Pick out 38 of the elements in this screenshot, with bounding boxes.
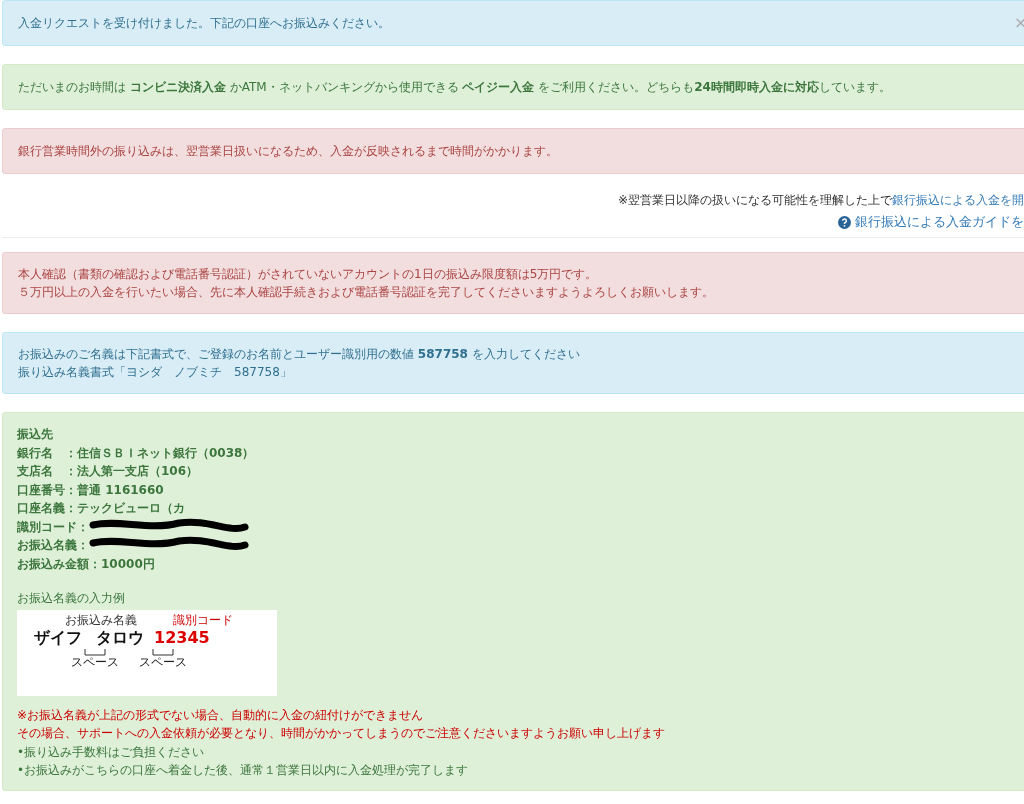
example-code: 12345 bbox=[154, 626, 210, 649]
alert-message: ただいまのお時間は コンビニ決済入金 かATM・ネットバンキングから使用できる ペイジー入金 をご利用ください。どちらも24時間即時入金に対応しています。 bbox=[18, 80, 891, 94]
field-label: 口座番号： bbox=[17, 481, 77, 499]
alert-message: ５万円以上の入金を行いたい場合、先に本人確認手続きおよび電話番号認証を完了してくださいますようよろしくお願いします。 bbox=[18, 284, 715, 301]
example-name: タロウ bbox=[96, 626, 144, 649]
field-value: 10000円 bbox=[101, 555, 155, 573]
alert-message: 入金リクエストを受け付けました。下記の口座へお振込みください。 bbox=[18, 16, 390, 30]
guide-link[interactable]: 銀行振込による入金ガイドを bbox=[838, 213, 1024, 231]
note-text: その場合、サポートへの入金依頼が必要となり、時間がかかってしまうのでご注意くださいますようお願い申し上げます bbox=[17, 725, 666, 742]
space-caption: スペース bbox=[139, 655, 187, 669]
field-value: 住信ＳＢＩネット銀行（0038） bbox=[77, 444, 255, 462]
note-text: •振り込み手数料はご負担ください bbox=[17, 743, 206, 761]
field-value: 普通 1161660 bbox=[77, 481, 164, 499]
field-label: 銀行名 ： bbox=[17, 444, 77, 462]
bracket-icon bbox=[84, 648, 106, 656]
name-caption: お振込み名義 bbox=[65, 612, 137, 627]
bracket-icon bbox=[152, 648, 174, 656]
alert-message: 本人確認（書類の確認および電話番号認証）がされていないアカウントの1日の振込み限度額は5万円です。 bbox=[18, 266, 599, 283]
alert-message: 振り込み名義書式「ヨシダ ノブミチ 587758」 bbox=[18, 364, 293, 381]
alert-message: 銀行営業時間外の振り込みは、翌営業日扱いになるため、入金が反映されるまで時間がかかります。 bbox=[18, 144, 558, 158]
note-text: ※お振込名義が上記の形式でない場合、自動的に入金の紐付けができません bbox=[17, 706, 425, 724]
field-label: 口座名義： bbox=[17, 500, 77, 517]
field-label: 識別コード： bbox=[17, 518, 89, 536]
example-name: ザイフ bbox=[34, 626, 82, 649]
deposit-link[interactable]: 銀行振込による入金を開 bbox=[892, 192, 1024, 209]
space-caption: スペース bbox=[71, 655, 119, 669]
field-label: お振込み金額： bbox=[17, 555, 101, 573]
note-text: •お振込みがこちらの口座へ着金した後、通常１営業日以内に入金処理が完了します bbox=[17, 762, 470, 779]
notice-text: ※翌営業日以降の扱いになる可能性を理解した上で bbox=[617, 192, 892, 209]
field-value: 法人第一支店（106） bbox=[77, 463, 199, 480]
example-title: お振込名義の入力例 bbox=[17, 590, 126, 607]
section-heading: 振込先 bbox=[17, 426, 54, 443]
field-label: お振込名義： bbox=[17, 537, 89, 554]
alert-message: お振込みのご名義は下記書式で、ご登録のお名前とユーザー識別用の数値 587758 を入力してください bbox=[18, 346, 581, 363]
field-value: テックビューロ（カ bbox=[77, 500, 185, 517]
field-label: 支店名 ： bbox=[17, 463, 77, 480]
code-caption: 識別コード bbox=[173, 612, 233, 627]
help-icon bbox=[838, 215, 851, 229]
